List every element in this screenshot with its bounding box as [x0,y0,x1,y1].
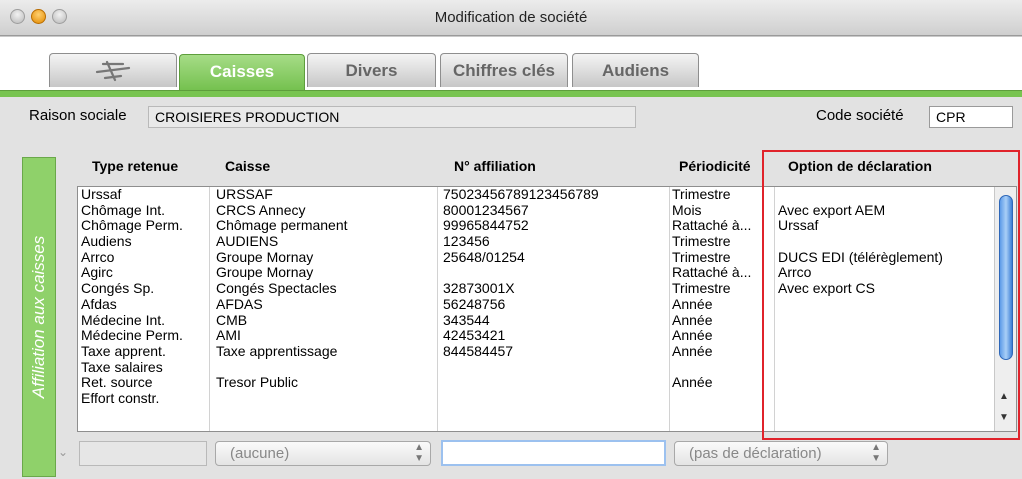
table-cell[interactable]: Année [672,327,751,344]
type-edit-field[interactable] [79,441,207,466]
column-divider [669,187,670,431]
col-header-periodicite: Périodicité [679,158,751,174]
declaration-popup-value: (pas de déclaration) [689,445,822,462]
table-cell[interactable]: Mois [672,202,751,219]
table-cell[interactable]: Médecine Int. [81,312,183,329]
table-cell[interactable]: Chômage permanent [216,218,348,234]
tab-strip: Caisses Divers Chiffres clés Audiens [0,50,1022,90]
tab-caisses[interactable]: Caisses [179,54,305,90]
table-cell[interactable]: Effort constr. [81,390,183,407]
table-cell[interactable]: Congés Spectacles [216,280,348,297]
table-cell[interactable]: Trimestre [672,233,751,250]
table-cell[interactable]: Chômage Perm. [81,218,183,234]
window-title: Modification de société [434,9,588,26]
declaration-popup[interactable]: (pas de déclaration) ▲ ▼ [674,441,888,466]
table-cell[interactable]: Taxe apprent. [81,343,183,360]
caisse-popup[interactable]: (aucune) ▲ ▼ [215,441,431,466]
col-header-caisse: Caisse [225,158,271,174]
table-cell[interactable] [672,391,751,407]
table-cell[interactable]: Taxe salaires [81,359,183,376]
tab-chiffres-cles[interactable]: Chiffres clés [440,53,568,87]
table-cell[interactable]: Groupe Mornay [216,265,348,281]
table-cell[interactable] [443,360,599,376]
column-divider [209,187,210,431]
table-cell[interactable]: 99965844752 [443,218,599,234]
tab-logo[interactable] [49,53,177,87]
table-cell[interactable]: 25648/01254 [443,249,599,266]
table-cell[interactable]: Année [672,296,751,313]
table-cell[interactable]: Audiens [81,233,183,250]
raison-sociale-label: Raison sociale [29,107,127,124]
col-periodicite: Trimestre Mois Rattaché à... Trimestre T… [672,186,751,407]
table-cell[interactable]: Afdas [81,296,183,313]
table-cell[interactable]: Année [672,343,751,360]
code-societe-field[interactable]: CPR [929,106,1013,128]
table-cell[interactable]: Congés Sp. [81,280,183,297]
tab-underline [0,90,1022,97]
table-cell[interactable] [443,391,599,407]
table-cell[interactable] [443,375,599,391]
code-societe-label: Code société [816,107,904,124]
table-cell[interactable]: 75023456789123456789 [443,186,599,203]
col-header-type: Type retenue [92,158,179,174]
table-cell[interactable] [443,265,599,281]
table-cell[interactable]: Urssaf [81,186,183,203]
table-cell[interactable] [672,360,751,376]
table-cell[interactable]: Agirc [81,265,183,281]
tab-divers[interactable]: Divers [307,53,436,87]
table-cell[interactable]: Tresor Public [216,375,348,391]
affiliation-section-text: Affiliation aux caisses [29,235,48,399]
raison-sociale-field[interactable]: CROISIERES PRODUCTION [148,106,636,128]
table-cell[interactable]: Groupe Mornay [216,249,348,266]
table-cell[interactable]: Arrco [81,249,183,266]
table-cell[interactable]: 56248756 [443,296,599,313]
table-cell[interactable]: Taxe apprentissage [216,343,348,360]
table-cell[interactable]: Chômage Int. [81,202,183,219]
table-cell[interactable] [216,360,348,376]
table-cell[interactable]: Médecine Perm. [81,327,183,344]
caisse-popup-value: (aucune) [230,445,290,462]
col-affiliation: 75023456789123456789 80001234567 9996584… [443,186,599,407]
table-cell[interactable]: Ret. source [81,375,183,391]
table-cell[interactable]: AFDAS [216,296,348,313]
column-divider [437,187,438,431]
table-cell[interactable]: Rattaché à... [672,265,751,281]
col-caisse: URSSAF CRCS Annecy Chômage permanent AUD… [216,186,348,407]
table-cell[interactable]: AUDIENS [216,233,348,250]
popup-stepper-icon: ▲ ▼ [414,442,424,464]
dragonfly-icon [95,60,131,82]
table-cell[interactable]: Trimestre [672,186,751,203]
table-cell[interactable]: 844584457 [443,343,599,360]
table-cell[interactable]: 80001234567 [443,202,599,219]
table-cell[interactable]: CMB [216,312,348,329]
affiliation-section-label: Affiliation aux caisses [22,157,56,477]
table-cell[interactable]: 42453421 [443,327,599,344]
title-bar: Modification de société [0,0,1022,36]
col-header-affiliation: N° affiliation [454,158,536,174]
popup-stepper-icon: ▲ ▼ [871,442,881,464]
table-cell[interactable]: Année [672,312,751,329]
affiliation-edit-input[interactable] [441,440,666,466]
table-cell[interactable]: 123456 [443,233,599,250]
table-cell[interactable] [216,391,348,407]
table-cell[interactable]: Rattaché à... [672,218,751,234]
table-cell[interactable]: 343544 [443,312,599,329]
table-cell[interactable]: 32873001X [443,280,599,297]
table-cell[interactable]: AMI [216,327,348,344]
table-cell[interactable]: Trimestre [672,249,751,266]
table-cell[interactable]: Trimestre [672,280,751,297]
table-cell[interactable]: URSSAF [216,186,348,203]
col-type: Urssaf Chômage Int. Chômage Perm. Audien… [81,186,183,407]
option-column-highlight [762,150,1020,440]
tab-audiens[interactable]: Audiens [572,53,699,87]
table-cell[interactable]: CRCS Annecy [216,202,348,219]
row-chevron-down-icon[interactable]: ⌄ [58,445,68,471]
table-cell[interactable]: Année [672,375,751,391]
